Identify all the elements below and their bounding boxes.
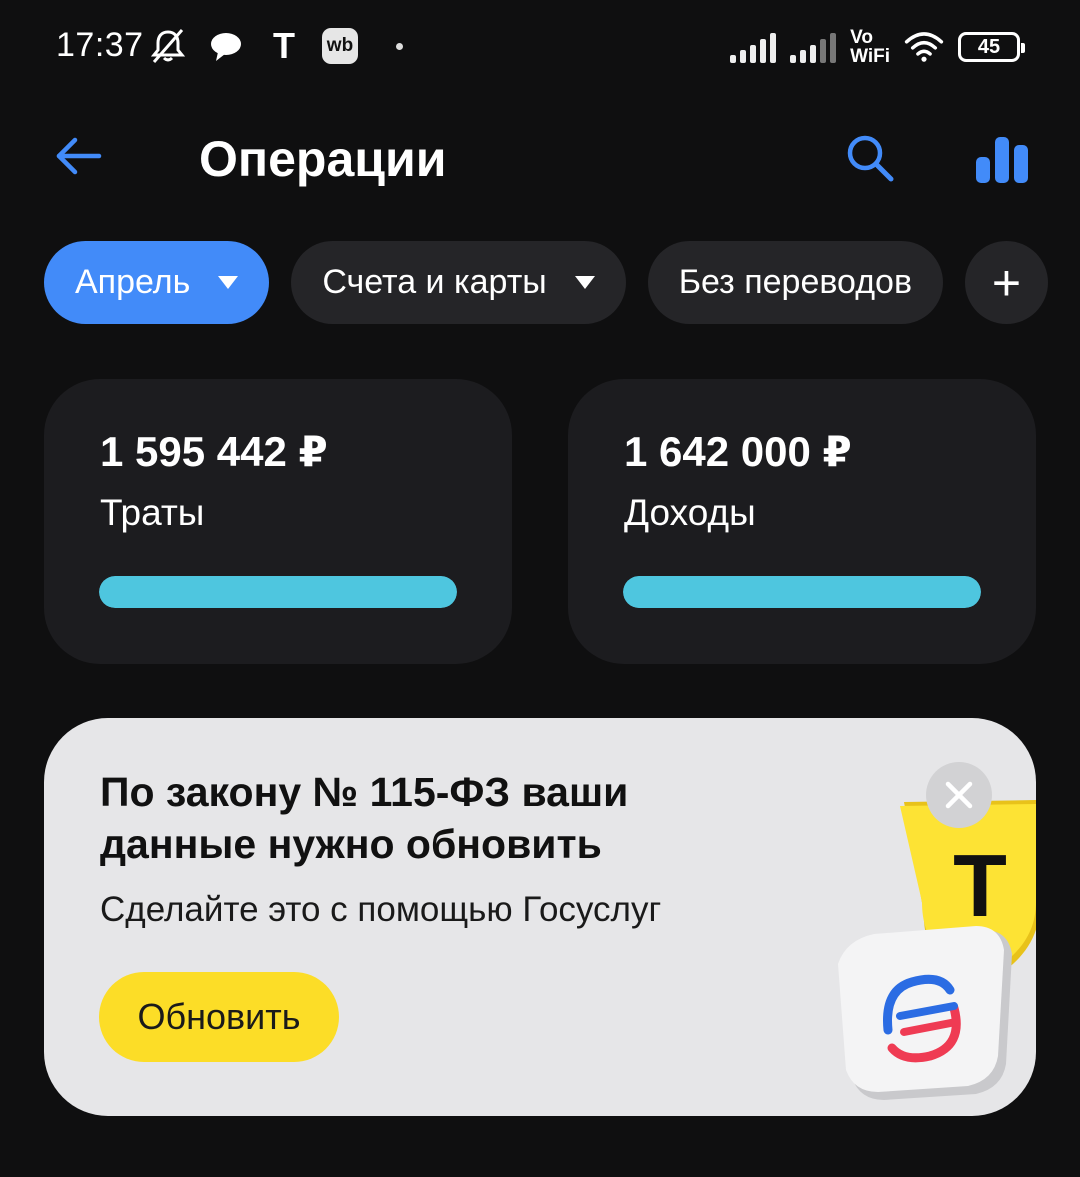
month-filter-chip[interactable]: Апрель — [44, 241, 270, 324]
spending-progress-fill — [99, 576, 457, 608]
app-header: Операции — [0, 110, 1080, 206]
status-icons-left: T wb — [148, 24, 403, 68]
page-title: Операции — [199, 131, 447, 187]
notification-dot-icon — [396, 42, 403, 50]
signal-sim1-icon — [730, 31, 777, 63]
transfers-filter-chip[interactable]: Без переводов — [647, 241, 944, 324]
spending-progress-bar — [99, 576, 457, 608]
accounts-filter-chip[interactable]: Счета и карты — [291, 241, 626, 324]
t-app-icon: T — [273, 25, 295, 66]
search-icon — [847, 135, 894, 182]
income-card[interactable]: 1 642 000 ₽ Доходы — [568, 379, 1036, 664]
chevron-down-icon — [574, 276, 595, 289]
plus-icon: + — [991, 254, 1022, 311]
bar-chart-icon — [976, 137, 1028, 183]
month-filter-label: Апрель — [75, 263, 191, 301]
vowifi-icon: Vo WiFi — [850, 28, 890, 66]
income-label: Доходы — [624, 492, 756, 533]
back-button[interactable] — [50, 128, 106, 184]
status-icons-right: Vo WiFi 45 — [730, 24, 1025, 70]
spending-card[interactable]: 1 595 442 ₽ Траты — [44, 379, 512, 664]
statistics-button[interactable] — [968, 124, 1038, 194]
mute-icon — [148, 26, 188, 66]
income-progress-bar — [623, 576, 981, 608]
vowifi-line2: WiFi — [850, 46, 890, 67]
wb-app-icon: wb — [322, 28, 358, 64]
wifi-icon — [904, 27, 944, 67]
signal-sim2-icon — [790, 31, 837, 63]
update-button[interactable]: Обновить — [99, 972, 339, 1062]
status-time: 17:37 — [56, 26, 144, 64]
spending-label: Траты — [100, 492, 205, 533]
filter-chips: Апрель Счета и карты Без переводов + — [44, 241, 1049, 324]
income-amount: 1 642 000 ₽ — [624, 428, 852, 475]
accounts-filter-label: Счета и карты — [322, 263, 547, 301]
shield-letter: Т — [953, 836, 1007, 935]
arrow-left-icon — [56, 137, 102, 175]
battery-icon: 45 — [958, 32, 1025, 62]
close-icon — [945, 781, 973, 809]
add-filter-button[interactable]: + — [965, 241, 1049, 324]
income-progress-fill — [623, 576, 981, 608]
status-bar: 17:37 T wb Vo WiFi 45 — [0, 0, 1080, 96]
vowifi-line1: Vo — [850, 27, 873, 48]
transfers-filter-label: Без переводов — [678, 263, 913, 301]
battery-percent: 45 — [977, 35, 1001, 58]
banner-subtitle: Сделайте это с помощью Госуслуг — [100, 890, 662, 929]
update-data-banner[interactable]: По закону № 115-ФЗ ваши данные нужно обн… — [44, 718, 1036, 1116]
gosuslugi-icon — [838, 926, 1012, 1100]
chat-icon — [206, 26, 246, 66]
banner-illustration: Т — [838, 800, 1036, 1100]
banner-close-button[interactable] — [926, 762, 992, 828]
search-button[interactable] — [838, 126, 902, 190]
banner-title: По закону № 115-ФЗ ваши данные нужно обн… — [100, 769, 629, 867]
chevron-down-icon — [218, 276, 239, 289]
spending-amount: 1 595 442 ₽ — [100, 428, 328, 475]
